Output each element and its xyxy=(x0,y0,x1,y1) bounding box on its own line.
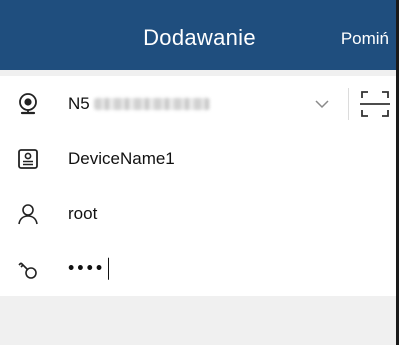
key-icon xyxy=(14,255,42,283)
username-field[interactable]: root xyxy=(68,204,97,224)
password-masked-value: •••• xyxy=(68,257,106,278)
device-card-icon xyxy=(14,145,42,173)
username-value: root xyxy=(68,203,98,223)
chevron-down-icon[interactable] xyxy=(313,95,331,113)
serial-number-value: N5 xyxy=(68,93,90,113)
add-device-form: N5 DeviceName1 root •••• xyxy=(0,76,399,296)
device-name-value: DeviceName1 xyxy=(68,148,175,168)
field-divider xyxy=(348,88,349,120)
blurred-serial-digits xyxy=(93,98,210,111)
qr-scan-icon[interactable] xyxy=(359,88,391,120)
skip-button[interactable]: Pomiń xyxy=(341,29,389,49)
top-bar: Dodawanie Pomiń xyxy=(0,0,399,70)
password-row: •••• xyxy=(0,241,399,296)
page-title: Dodawanie xyxy=(143,25,256,50)
serial-number-field[interactable]: N5 xyxy=(68,94,210,114)
text-cursor xyxy=(108,257,110,280)
username-row: root xyxy=(0,186,399,241)
device-name-field[interactable]: DeviceName1 xyxy=(68,149,175,169)
user-icon xyxy=(14,200,42,228)
serial-row: N5 xyxy=(0,76,399,131)
bottom-area xyxy=(0,306,399,345)
device-name-row: DeviceName1 xyxy=(0,131,399,186)
password-field[interactable]: •••• xyxy=(68,257,110,280)
camera-icon xyxy=(14,90,42,118)
